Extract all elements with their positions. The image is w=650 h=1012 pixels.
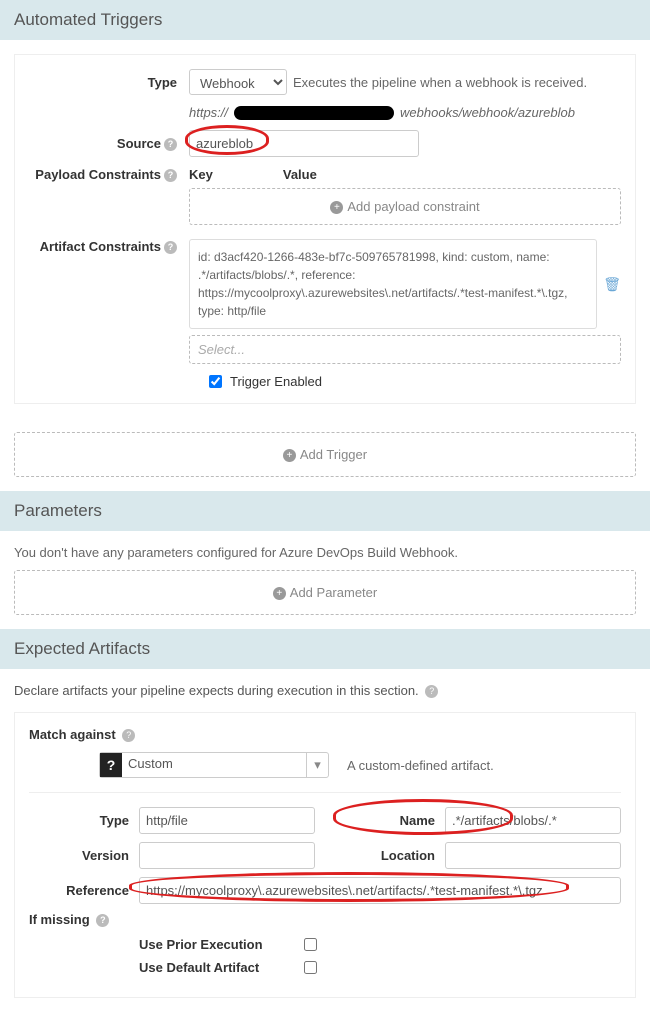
value-header: Value xyxy=(283,167,317,182)
trash-icon[interactable]: 🗑 xyxy=(603,276,621,293)
help-icon[interactable]: ? xyxy=(425,685,438,698)
help-icon[interactable]: ? xyxy=(164,138,177,151)
artifact-location-input[interactable] xyxy=(445,842,621,869)
artifact-type-input[interactable] xyxy=(139,807,315,834)
payload-constraints-label: Payload Constraints? xyxy=(29,167,189,182)
source-input[interactable] xyxy=(189,130,419,157)
add-parameter-button[interactable]: +Add Parameter xyxy=(14,570,636,615)
artifact-name-input[interactable] xyxy=(445,807,621,834)
plus-icon: + xyxy=(330,201,343,214)
trigger-config-box: Type Webhook Executes the pipeline when … xyxy=(14,54,636,404)
redacted-host xyxy=(234,106,394,120)
match-against-select[interactable]: ? Custom ▾ xyxy=(99,752,329,778)
trigger-enabled-checkbox[interactable] xyxy=(209,375,222,388)
expected-artifacts-description: Declare artifacts your pipeline expects … xyxy=(14,683,636,698)
type-select[interactable]: Webhook xyxy=(189,69,287,95)
help-icon[interactable]: ? xyxy=(164,241,177,254)
source-label: Source? xyxy=(29,136,189,151)
artifact-reference-input[interactable] xyxy=(139,877,621,904)
key-header: Key xyxy=(189,167,213,182)
artifact-location-label: Location xyxy=(335,848,445,863)
webhook-url: https://webhooks/webhook/azureblob xyxy=(189,105,621,120)
match-against-description: A custom-defined artifact. xyxy=(347,758,494,773)
expected-artifacts-header: Expected Artifacts xyxy=(0,629,650,669)
artifact-select[interactable]: Select... xyxy=(189,335,621,364)
type-label: Type xyxy=(29,75,189,90)
parameters-empty-msg: You don't have any parameters configured… xyxy=(14,545,636,560)
use-default-label: Use Default Artifact xyxy=(139,960,304,975)
add-trigger-button[interactable]: +Add Trigger xyxy=(14,432,636,477)
trigger-enabled-label: Trigger Enabled xyxy=(230,374,322,389)
artifact-version-input[interactable] xyxy=(139,842,315,869)
use-default-checkbox[interactable] xyxy=(304,961,317,974)
if-missing-label: If missing ? xyxy=(29,912,169,927)
help-icon[interactable]: ? xyxy=(96,914,109,927)
help-icon[interactable]: ? xyxy=(164,169,177,182)
plus-icon: + xyxy=(283,449,296,462)
artifact-version-label: Version xyxy=(29,848,139,863)
artifact-type-label: Type xyxy=(29,813,139,828)
plus-icon: + xyxy=(273,587,286,600)
use-prior-label: Use Prior Execution xyxy=(139,937,304,952)
type-description: Executes the pipeline when a webhook is … xyxy=(293,75,587,90)
artifact-config-box: Match against ? ? Custom ▾ A custom-defi… xyxy=(14,712,636,998)
chevron-down-icon: ▾ xyxy=(306,753,328,777)
match-against-label: Match against xyxy=(29,727,116,742)
triggers-header: Automated Triggers xyxy=(0,0,650,40)
artifact-constraint-item[interactable]: id: d3acf420-1266-483e-bf7c-509765781998… xyxy=(189,239,597,329)
add-payload-constraint-button[interactable]: +Add payload constraint xyxy=(189,188,621,225)
help-icon[interactable]: ? xyxy=(122,729,135,742)
artifact-constraints-label: Artifact Constraints? xyxy=(29,239,189,254)
artifact-name-label: Name xyxy=(335,813,445,828)
use-prior-checkbox[interactable] xyxy=(304,938,317,951)
artifact-reference-label: Reference xyxy=(29,883,139,898)
parameters-header: Parameters xyxy=(0,491,650,531)
question-icon: ? xyxy=(100,753,122,777)
